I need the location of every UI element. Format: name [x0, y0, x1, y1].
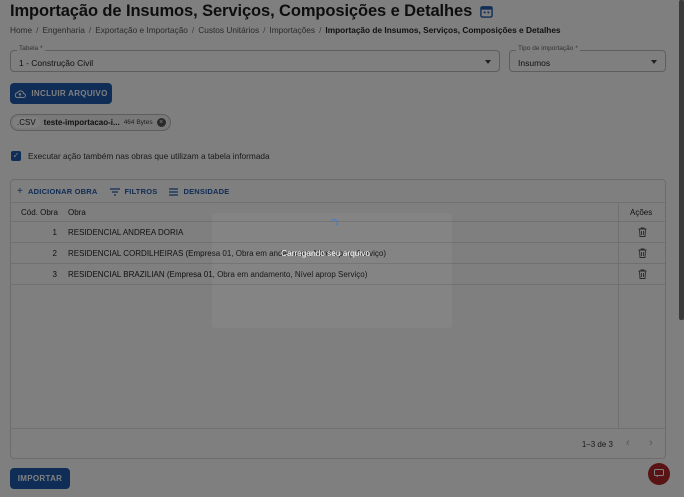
- page: Importação de Insumos, Serviços, Composi…: [0, 0, 684, 497]
- page-scrollbar[interactable]: [679, 0, 684, 320]
- loading-spinner-icon: [330, 219, 338, 227]
- loading-dialog: [212, 213, 452, 328]
- loading-text: Carregando seu arquivo: [281, 248, 371, 258]
